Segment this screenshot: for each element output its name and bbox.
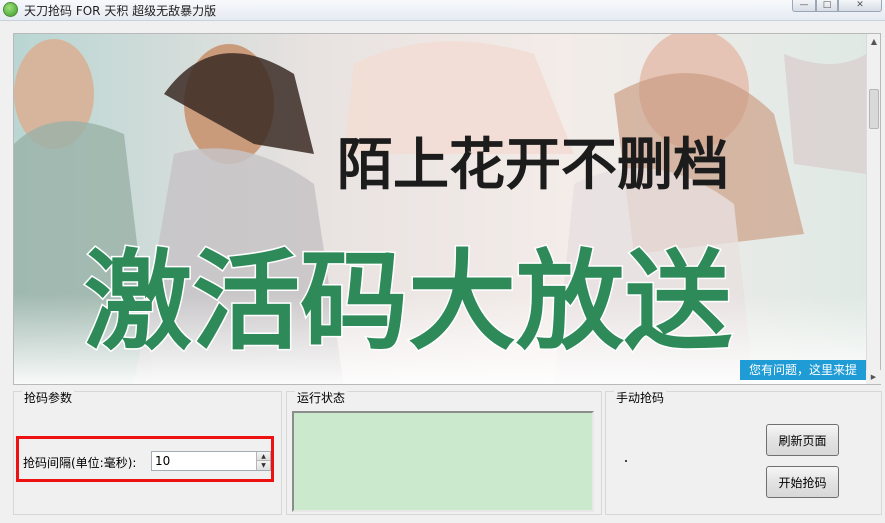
window-title: 天刀抢码 FOR 天积 超级无敌暴力版 <box>24 4 217 18</box>
close-button[interactable]: ✕ <box>838 0 882 12</box>
browser-scrollbar[interactable]: ▲ ▼ <box>866 34 880 384</box>
app-icon <box>3 2 18 17</box>
minimize-button[interactable]: — <box>792 0 816 12</box>
maximize-button[interactable]: □ <box>816 0 838 12</box>
scroll-up-arrow-icon[interactable]: ▲ <box>867 34 880 50</box>
stepper-down-icon[interactable]: ▼ <box>256 461 270 470</box>
stepper-up-icon[interactable]: ▲ <box>256 452 270 461</box>
banner-slogan: 激活码大放送 <box>84 239 732 365</box>
start-grab-button[interactable]: 开始抢码 <box>766 466 839 498</box>
banner-image: 陌上花开不删档 激活码大放送 <box>14 34 866 384</box>
manual-group-title: 手动抢码 <box>614 391 667 405</box>
title-bar: 天刀抢码 FOR 天积 超级无敌暴力版 — □ ✕ <box>0 0 885 21</box>
status-group-title: 运行状态 <box>295 391 348 405</box>
params-group-title: 抢码参数 <box>22 391 75 405</box>
embedded-browser[interactable]: 陌上花开不删档 激活码大放送 您有问题，这里来提 ▲ ▼ <box>13 33 881 385</box>
status-log[interactable] <box>292 411 594 512</box>
help-link[interactable]: 您有问题，这里来提 <box>740 360 866 380</box>
scrollbar-thumb[interactable] <box>869 89 879 129</box>
status-dot <box>625 460 627 462</box>
scroll-right-arrow-icon[interactable]: ▶ <box>866 370 881 384</box>
interval-stepper[interactable]: 10 ▲ ▼ <box>151 451 271 471</box>
interval-input[interactable]: 10 <box>155 453 170 470</box>
interval-label: 抢码间隔(单位:毫秒): <box>23 456 137 470</box>
refresh-page-button[interactable]: 刷新页面 <box>766 424 839 456</box>
banner-headline: 陌上花开不删档 <box>337 133 729 198</box>
params-group: 抢码参数 抢码间隔(单位:毫秒): 10 ▲ ▼ <box>13 391 282 515</box>
manual-group: 手动抢码 刷新页面 开始抢码 <box>605 391 882 515</box>
status-group: 运行状态 <box>286 391 602 515</box>
